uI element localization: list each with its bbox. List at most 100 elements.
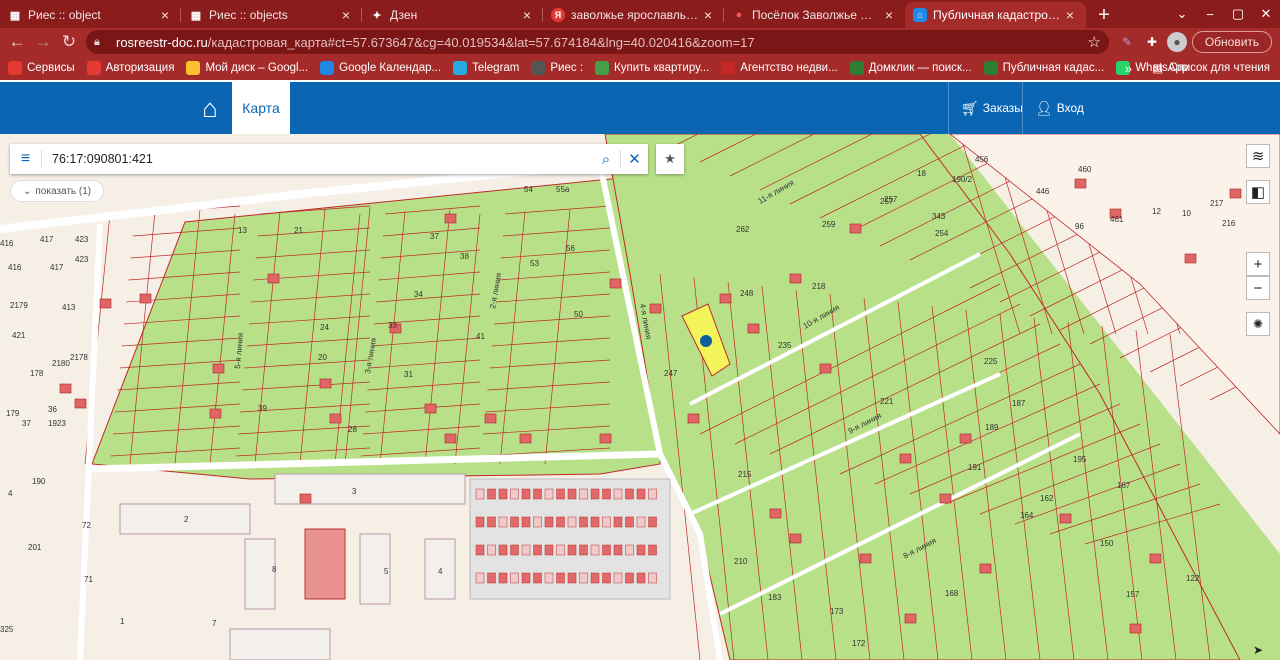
parcel-number-label: 325: [0, 625, 14, 634]
favorites-star-button[interactable]: ★: [656, 144, 684, 174]
bookmark-favicon-icon: [86, 61, 101, 75]
parcel-number-label: 221: [880, 397, 894, 406]
bookmark-favicon-icon: [8, 61, 22, 75]
house-footprint: [859, 553, 872, 564]
bookmark-item[interactable]: Авторизация: [86, 61, 174, 75]
garage-unit: [487, 572, 496, 584]
forward-icon[interactable]: →: [30, 29, 56, 55]
bookmark-item[interactable]: Купить квартиру...: [595, 61, 709, 75]
search-input[interactable]: 76:17:090801:421: [42, 152, 592, 166]
garage-unit: [487, 516, 496, 528]
house-footprint: [649, 303, 662, 314]
parcel-number-label: 216: [1222, 219, 1236, 228]
house-footprint: [1184, 253, 1197, 264]
garage-unit: [498, 488, 508, 500]
bookmark-item[interactable]: Риес :: [531, 61, 583, 75]
profile-avatar[interactable]: ●: [1167, 32, 1187, 52]
parcel-number-label: 13: [238, 226, 247, 235]
garage-unit: [590, 488, 600, 500]
browser-tab[interactable]: ● Посёлок Заволжье — карта ×: [724, 2, 905, 28]
home-icon[interactable]: ⌂: [190, 92, 230, 124]
lock-icon[interactable]: 🔒︎: [94, 36, 110, 49]
bookmarks-overflow-icon[interactable]: »: [1125, 56, 1132, 80]
parcel-number-label: 456: [975, 155, 989, 164]
close-tab-icon[interactable]: ×: [157, 7, 173, 23]
map-tab[interactable]: Карта: [232, 82, 290, 134]
garage-unit: [544, 544, 554, 556]
extension-pen-icon[interactable]: ✎: [1117, 32, 1137, 52]
update-button[interactable]: Обновить: [1192, 31, 1272, 53]
tab-title: Риес :: object: [28, 8, 101, 22]
show-results-button[interactable]: ⌄ показать (1): [10, 180, 105, 202]
locate-button[interactable]: ✺: [1246, 312, 1270, 336]
close-tab-icon[interactable]: ×: [881, 7, 897, 23]
browser-tab-active[interactable]: ⌂ Публичная кадастровая кар ×: [905, 2, 1086, 28]
parcel-number-label: 1: [120, 617, 125, 626]
close-window-icon[interactable]: ✕: [1252, 6, 1280, 22]
browser-tab[interactable]: ✦ Дзен ×: [362, 2, 543, 28]
garage-unit: [567, 572, 577, 584]
bookmark-star-icon[interactable]: ☆: [1088, 33, 1101, 51]
new-tab-button[interactable]: +: [1086, 2, 1122, 28]
menu-icon[interactable]: ≡: [10, 150, 42, 168]
back-icon[interactable]: ←: [4, 29, 30, 55]
close-tab-icon[interactable]: ×: [519, 7, 535, 23]
close-tab-icon[interactable]: ×: [338, 7, 354, 23]
parcel-number-label: 416: [0, 239, 14, 248]
parcel-number-label: 259: [822, 220, 836, 229]
map-canvas[interactable]: 45646046144621612 1021718190/234325496416…: [0, 134, 1280, 660]
garage-unit: [590, 544, 600, 556]
site-header: ⌂ Карта 🛒︎ Заказы 👤︎ Вход: [0, 82, 1280, 134]
zoom-out-button[interactable]: −: [1246, 276, 1270, 300]
garage-unit: [613, 544, 623, 556]
bookmark-favicon-icon: [186, 61, 201, 75]
close-tab-icon[interactable]: ×: [700, 7, 716, 23]
tab-title: Дзен: [390, 8, 418, 22]
maximize-icon[interactable]: ▢: [1224, 6, 1252, 22]
clear-icon[interactable]: ✕: [620, 150, 648, 168]
parcel-number-label: 187: [1012, 399, 1026, 408]
reading-list-button[interactable]: ▤ Список для чтения: [1152, 56, 1270, 80]
browser-tab[interactable]: ▦ Риес :: objects ×: [181, 2, 362, 28]
bookmark-favicon-icon: [595, 61, 610, 75]
garage-unit: [498, 572, 508, 584]
orders-button[interactable]: 🛒︎ Заказы: [948, 82, 1023, 134]
bookmark-item[interactable]: Мой диск – Googl...: [186, 61, 308, 75]
bookmark-item[interactable]: Google Календар...: [320, 61, 441, 75]
legend-button[interactable]: ◧: [1246, 180, 1270, 204]
minimize-icon[interactable]: −: [1196, 7, 1224, 22]
bookmark-item[interactable]: Публичная кадас...: [983, 61, 1104, 75]
url-field[interactable]: 🔒︎ rosreestr-doc.ru /кадастровая_карта#c…: [86, 30, 1109, 54]
search-icon[interactable]: ⌕: [592, 151, 620, 168]
show-results-label: показать (1): [35, 185, 92, 197]
parcel-number-label: 167: [1117, 481, 1131, 490]
browser-tab[interactable]: ▦ Риес :: object ×: [0, 2, 181, 28]
garage-unit: [544, 572, 554, 584]
tab-search-icon[interactable]: ⌄: [1168, 6, 1196, 22]
browser-tab[interactable]: Я заволжье ярославль — Янд ×: [543, 2, 724, 28]
layers-button[interactable]: ≋: [1246, 144, 1270, 168]
garage-unit: [579, 488, 588, 500]
cadastral-map[interactable]: 456 460 461 446 216 12 10 217 18 190/2 343 254 96 416…: [0, 134, 1280, 660]
house-footprint: [59, 383, 72, 394]
bookmark-item[interactable]: Telegram: [453, 61, 519, 75]
bookmark-item[interactable]: Сервисы: [8, 61, 75, 75]
bookmark-item[interactable]: Агентство недви...: [721, 61, 838, 75]
garage-unit: [567, 488, 577, 500]
reload-icon[interactable]: ↻: [56, 29, 82, 55]
parcel-number-label: 38: [460, 252, 469, 261]
bookmark-item[interactable]: Домклик — поиск...: [849, 61, 972, 75]
parcel-number-label: 2180: [52, 359, 70, 368]
zoom-in-button[interactable]: +: [1246, 252, 1270, 276]
garage-unit: [521, 488, 531, 500]
extensions-puzzle-icon[interactable]: ✚: [1142, 32, 1162, 52]
close-tab-icon[interactable]: ×: [1062, 7, 1078, 23]
house-footprint: [959, 433, 972, 444]
bookmark-label: Риес :: [550, 62, 584, 74]
login-button[interactable]: 👤︎ Вход: [1022, 82, 1092, 134]
parcel-number-label: 4: [8, 489, 13, 498]
selected-parcel-marker[interactable]: [700, 335, 712, 347]
parcel-number-label: 18: [917, 169, 926, 178]
navigate-icon[interactable]: ➤: [1246, 638, 1270, 660]
parcel-number-label: 162: [1040, 494, 1054, 503]
